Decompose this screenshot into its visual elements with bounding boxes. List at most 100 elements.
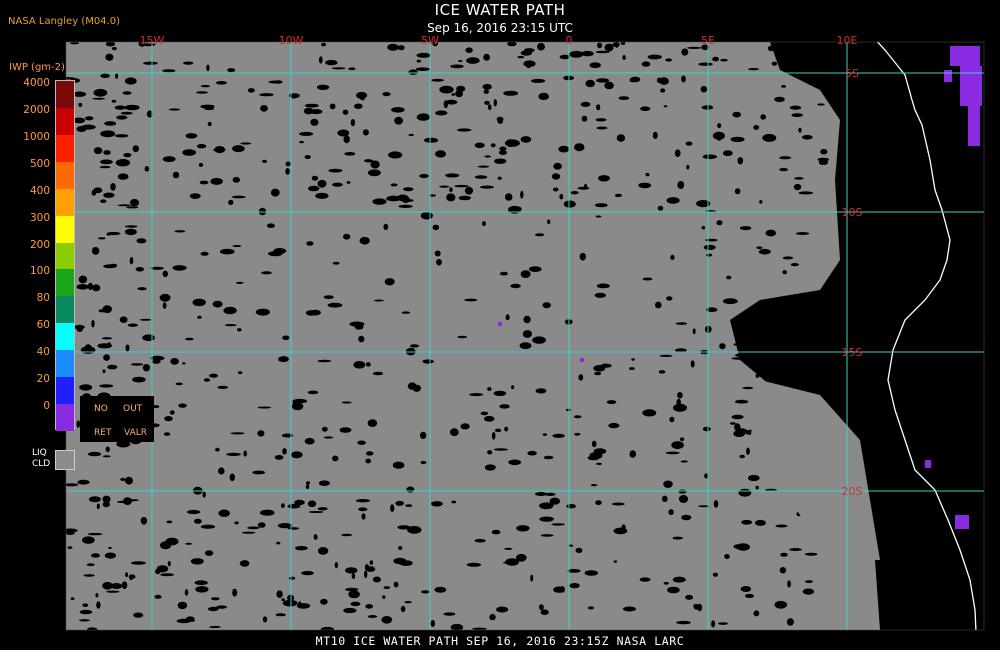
clear-patch <box>212 300 223 308</box>
clear-patch <box>195 586 209 593</box>
clear-patch <box>189 193 201 200</box>
clear-patch <box>84 344 92 351</box>
clear-patch <box>504 547 513 550</box>
legend-swatch <box>56 134 74 162</box>
clear-patch <box>129 198 140 207</box>
clear-patch <box>496 606 509 613</box>
clear-patch <box>595 50 610 54</box>
clear-patch <box>262 616 268 623</box>
clear-patch <box>305 481 311 485</box>
longitude-label: 10W <box>279 34 304 47</box>
clear-patch <box>395 500 404 506</box>
clear-patch <box>631 358 635 361</box>
clear-patch <box>734 188 741 195</box>
clear-patch <box>102 369 106 374</box>
clear-patch <box>316 84 330 91</box>
clear-patch <box>594 203 608 208</box>
clear-patch <box>341 533 353 537</box>
clear-patch <box>198 162 204 167</box>
clear-patch <box>618 96 630 100</box>
clear-patch <box>240 142 252 145</box>
clear-patch <box>652 131 658 139</box>
clear-patch <box>215 447 220 452</box>
clear-patch <box>299 131 314 136</box>
clear-patch <box>156 565 169 573</box>
clear-patch <box>543 455 554 460</box>
clear-patch <box>276 541 281 545</box>
clear-patch <box>125 572 129 578</box>
clear-patch <box>531 78 546 83</box>
liquid-cloud-label: LIQ CLD <box>32 448 50 470</box>
clear-patch <box>593 448 607 455</box>
clear-patch <box>692 328 696 335</box>
clear-patch <box>551 523 565 526</box>
clear-patch <box>175 382 183 386</box>
clear-patch <box>578 374 584 381</box>
clear-patch <box>311 175 319 181</box>
clear-patch <box>391 107 405 113</box>
clear-patch <box>348 590 360 599</box>
clear-patch <box>499 404 510 409</box>
clear-patch <box>206 64 210 72</box>
clear-patch <box>724 554 730 559</box>
clear-patch <box>744 593 755 598</box>
clear-patch <box>199 180 209 185</box>
clear-patch <box>574 432 581 436</box>
clear-patch <box>142 364 150 372</box>
legend-swatch <box>56 161 74 189</box>
clear-patch <box>182 362 186 365</box>
clear-patch <box>393 581 399 588</box>
legend-colorbar <box>55 80 75 431</box>
clear-patch <box>343 135 350 144</box>
clear-patch <box>216 81 227 85</box>
clear-patch <box>419 431 427 439</box>
clear-patch <box>387 43 399 51</box>
latitude-label: 20S <box>842 485 863 498</box>
longitude-label: 5W <box>421 34 439 47</box>
clear-patch <box>466 57 480 64</box>
clear-patch <box>420 460 427 465</box>
clear-patch <box>207 121 212 127</box>
clear-patch <box>174 230 186 233</box>
clear-patch <box>675 322 688 325</box>
clear-patch <box>480 411 489 416</box>
clear-patch <box>106 42 114 46</box>
clear-patch <box>580 101 591 107</box>
clear-patch <box>774 600 788 609</box>
clear-patch <box>666 296 673 301</box>
clear-patch <box>139 318 152 321</box>
clear-patch <box>474 142 485 149</box>
clear-patch <box>162 69 176 73</box>
legend-label: 20 <box>36 373 50 386</box>
legend-label: 2000 <box>23 103 50 116</box>
clear-patch <box>569 50 584 58</box>
clear-patch <box>759 200 763 204</box>
clear-patch <box>301 571 314 576</box>
clear-patch <box>136 238 147 244</box>
clear-patch <box>307 500 317 508</box>
clear-patch <box>537 42 545 51</box>
clear-patch <box>404 601 412 604</box>
clear-patch <box>805 580 813 584</box>
clear-patch <box>729 422 736 425</box>
clear-patch <box>434 250 441 257</box>
clear-patch <box>130 363 144 366</box>
clear-patch <box>328 168 343 173</box>
clear-patch <box>401 311 411 314</box>
clear-patch <box>642 409 657 417</box>
clear-patch <box>659 354 673 357</box>
clear-patch <box>613 560 617 563</box>
clear-patch <box>343 607 357 614</box>
clear-patch <box>793 183 802 191</box>
clear-patch <box>530 574 534 582</box>
clear-patch <box>753 125 760 130</box>
clear-patch <box>308 185 320 192</box>
clear-patch <box>228 199 234 206</box>
clear-patch <box>299 140 304 144</box>
clear-patch <box>818 159 829 165</box>
clear-patch <box>232 176 240 183</box>
clear-patch <box>124 77 137 85</box>
clear-patch <box>474 538 486 543</box>
clear-patch <box>231 195 246 199</box>
clear-patch <box>237 328 242 332</box>
